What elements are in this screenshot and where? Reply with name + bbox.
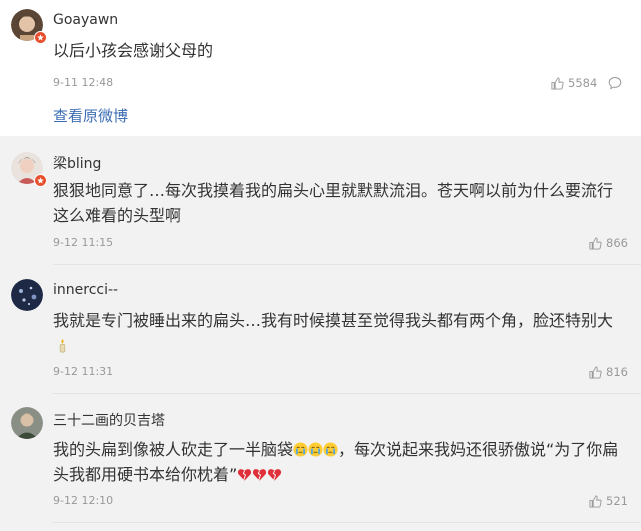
like-button[interactable]: 816 [589,365,628,379]
like-button[interactable]: 866 [589,236,628,250]
avatar[interactable] [11,279,43,311]
candle-emoji [59,338,66,353]
username[interactable]: 三十二画的贝吉塔 [53,410,165,430]
broken-heart-emoji [268,469,282,481]
avatar-image [11,407,43,439]
thumbs-up-icon [589,494,602,508]
divider [53,264,641,265]
top-comment-card: Goayawn 以后小孩会感谢父母的 9-11 12:48 5584 查看原微博 [0,0,641,136]
timestamp: 9-11 12:48 [53,76,114,89]
like-count: 816 [606,365,628,379]
avatar[interactable] [11,9,47,44]
broken-heart-emoji [253,469,267,481]
timestamp: 9-12 11:15 [53,236,114,249]
avatar[interactable] [11,407,43,439]
crying-face-emoji [308,442,323,457]
comment-text: 我的头扁到像被人砍走了一半脑袋 ，每次说起来我妈还很骄傲说“为了你扁头我都用硬书本… [53,437,628,487]
comment-text-part1: 我的头扁到像被人砍走了一半脑袋 [53,440,294,459]
comment-list: 梁bling 狠狠地同意了…每次我摸着我的扁头心里就默默流泪。苍天啊以前为什么要… [0,136,641,531]
comment-text-body: 我就是专门被睡出来的扁头…我有时候摸甚至觉得我头都有两个角，脸还特别大 [53,311,614,330]
thumbs-up-icon [589,236,602,250]
comment-text: 我就是专门被睡出来的扁头…我有时候摸甚至觉得我头都有两个角，脸还特别大 [53,308,628,358]
like-count: 521 [606,494,628,508]
thumbs-up-icon [551,76,564,90]
divider [53,522,641,523]
username[interactable]: innercci-- [53,282,118,298]
verified-badge-icon [34,174,47,187]
username[interactable]: Goayawn [53,12,118,28]
timestamp: 9-12 12:10 [53,494,114,507]
avatar-image [11,279,43,311]
thumbs-up-icon [589,365,602,379]
crying-face-emoji [293,442,308,457]
like-count: 866 [606,236,628,250]
speech-bubble-icon[interactable] [608,76,622,90]
verified-badge-icon [34,31,47,44]
like-button[interactable]: 5584 [551,76,597,90]
timestamp: 9-12 11:31 [53,365,114,378]
avatar[interactable] [11,152,47,187]
comment-text: 以后小孩会感谢父母的 [53,41,214,60]
like-button[interactable]: 521 [589,494,628,508]
like-count: 5584 [568,76,598,90]
broken-heart-emoji [238,469,252,481]
crying-face-emoji [323,442,338,457]
divider [53,393,641,394]
comment-text: 狠狠地同意了…每次我摸着我的扁头心里就默默流泪。苍天啊以前为什么要流行这么难看的… [53,181,614,225]
username[interactable]: 梁bling [53,153,101,173]
view-original-weibo-link[interactable]: 查看原微博 [53,105,128,126]
